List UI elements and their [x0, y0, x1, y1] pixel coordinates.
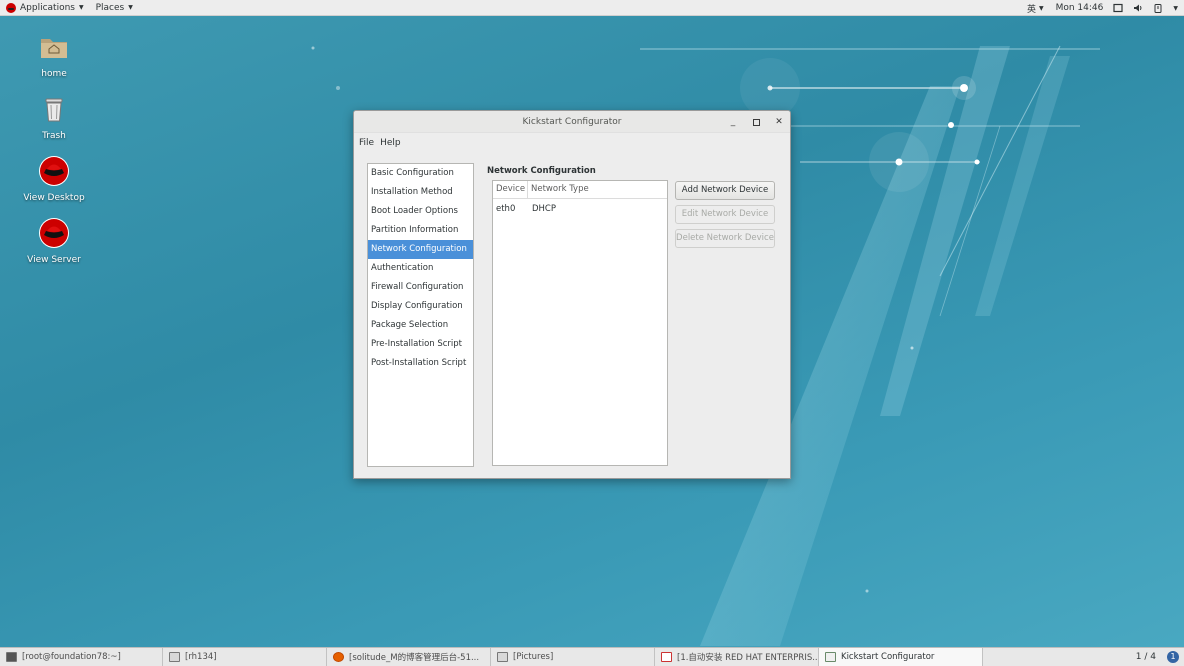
window-menubar: File Help [354, 133, 790, 153]
category-item[interactable]: Partition Information [368, 221, 473, 240]
kickstart-icon [825, 652, 836, 662]
category-item[interactable]: Package Selection [368, 316, 473, 335]
task-document[interactable]: [1.自动安装 RED HAT ENTERPRIS... [655, 648, 819, 666]
firefox-icon [333, 652, 344, 662]
category-item[interactable]: Display Configuration [368, 297, 473, 316]
column-header-device[interactable]: Device [493, 181, 528, 198]
add-network-device-button[interactable]: Add Network Device [675, 181, 775, 200]
trash-icon [45, 98, 63, 122]
folder-icon [497, 652, 508, 662]
maximize-icon [752, 119, 760, 126]
chevron-down-icon: ▼ [78, 4, 84, 11]
workspace-pager[interactable]: 1 / 4 [1136, 648, 1156, 666]
display-icon[interactable] [1113, 3, 1123, 13]
folder-home-icon [41, 39, 67, 58]
desktop-icon-view-server[interactable]: View Server [16, 217, 92, 265]
clock[interactable]: Mon 14:46 [1056, 3, 1104, 13]
task-pictures[interactable]: [Pictures] [491, 648, 655, 666]
kickstart-configurator-window: Kickstart Configurator _ ✕ File Help Bas… [353, 110, 791, 479]
volume-icon[interactable] [1133, 3, 1143, 13]
document-icon [661, 652, 672, 662]
cell-device: eth0 [496, 204, 516, 214]
window-titlebar[interactable]: Kickstart Configurator _ ✕ [354, 111, 790, 133]
desktop-icon-label: Trash [42, 131, 66, 141]
category-item[interactable]: Pre-Installation Script [368, 335, 473, 354]
category-list: Basic Configuration Installation Method … [367, 163, 474, 467]
chevron-down-icon[interactable]: ▼ [1173, 5, 1178, 12]
category-item[interactable]: Post-Installation Script [368, 354, 473, 373]
close-button[interactable]: ✕ [772, 115, 786, 129]
task-label: [1.自动安装 RED HAT ENTERPRIS... [677, 653, 819, 663]
chevron-down-icon: ▼ [128, 4, 133, 11]
minimize-button[interactable]: _ [726, 115, 740, 129]
category-item[interactable]: Boot Loader Options [368, 202, 473, 221]
terminal-icon [6, 652, 17, 662]
task-label: [rh134] [185, 652, 217, 662]
window-icon [169, 652, 180, 662]
cell-network-type: DHCP [532, 204, 556, 214]
applications-label: Applications [20, 2, 75, 13]
menu-file[interactable]: File [358, 138, 379, 148]
category-item[interactable]: Authentication [368, 259, 473, 278]
desktop-icon-view-desktop[interactable]: View Desktop [16, 155, 92, 203]
desktop-icon-label: View Desktop [23, 193, 85, 203]
category-item-selected[interactable]: Network Configuration [368, 240, 473, 259]
category-item[interactable]: Installation Method [368, 183, 473, 202]
notification-icon[interactable]: 1 [1167, 651, 1179, 663]
section-title: Network Configuration [487, 166, 596, 176]
task-terminal[interactable]: [root@foundation78:~] [0, 648, 163, 666]
places-menu[interactable]: Places ▼ [90, 0, 139, 16]
desktop-icon-trash[interactable]: Trash [16, 93, 92, 141]
edit-network-device-button[interactable]: Edit Network Device [675, 205, 775, 224]
maximize-button[interactable] [749, 115, 763, 129]
top-panel: Applications ▼ Places ▼ 英 ▼ Mon 14:46 ▼ [0, 0, 1184, 16]
task-label: [Pictures] [513, 652, 554, 662]
task-firefox[interactable]: [solitude_M的博客管理后台-51... [327, 648, 491, 666]
desktop-icon-home[interactable]: home [16, 31, 92, 79]
input-method-label: 英 [1026, 4, 1036, 15]
task-label: [root@foundation78:~] [22, 652, 121, 662]
desktop-icon-label: home [41, 69, 67, 79]
redhat-icon [39, 218, 69, 248]
table-row[interactable]: eth0 DHCP [493, 199, 667, 219]
table-header: Device Network Type [493, 181, 667, 199]
taskbar: [root@foundation78:~] [rh134] [solitude_… [0, 647, 1184, 666]
column-header-network-type[interactable]: Network Type [528, 181, 589, 198]
places-label: Places [95, 2, 125, 13]
category-item[interactable]: Basic Configuration [368, 164, 473, 183]
task-label: Kickstart Configurator [841, 652, 935, 662]
network-device-table: Device Network Type eth0 DHCP [492, 180, 668, 466]
chevron-down-icon: ▼ [1038, 4, 1044, 12]
category-item[interactable]: Firewall Configuration [368, 278, 473, 297]
delete-network-device-button[interactable]: Delete Network Device [675, 229, 775, 248]
input-method-indicator[interactable]: 英 ▼ [1027, 2, 1044, 15]
desktop-icon-label: View Server [27, 255, 81, 265]
redhat-logo-icon [6, 2, 16, 13]
power-icon[interactable] [1153, 3, 1163, 13]
menu-help[interactable]: Help [379, 138, 406, 148]
task-rh134[interactable]: [rh134] [163, 648, 327, 666]
task-kickstart-configurator[interactable]: Kickstart Configurator [819, 648, 983, 666]
redhat-icon [39, 156, 69, 186]
window-title: Kickstart Configurator [522, 117, 622, 127]
task-label: [solitude_M的博客管理后台-51... [349, 653, 480, 663]
applications-menu[interactable]: Applications ▼ [0, 0, 90, 16]
